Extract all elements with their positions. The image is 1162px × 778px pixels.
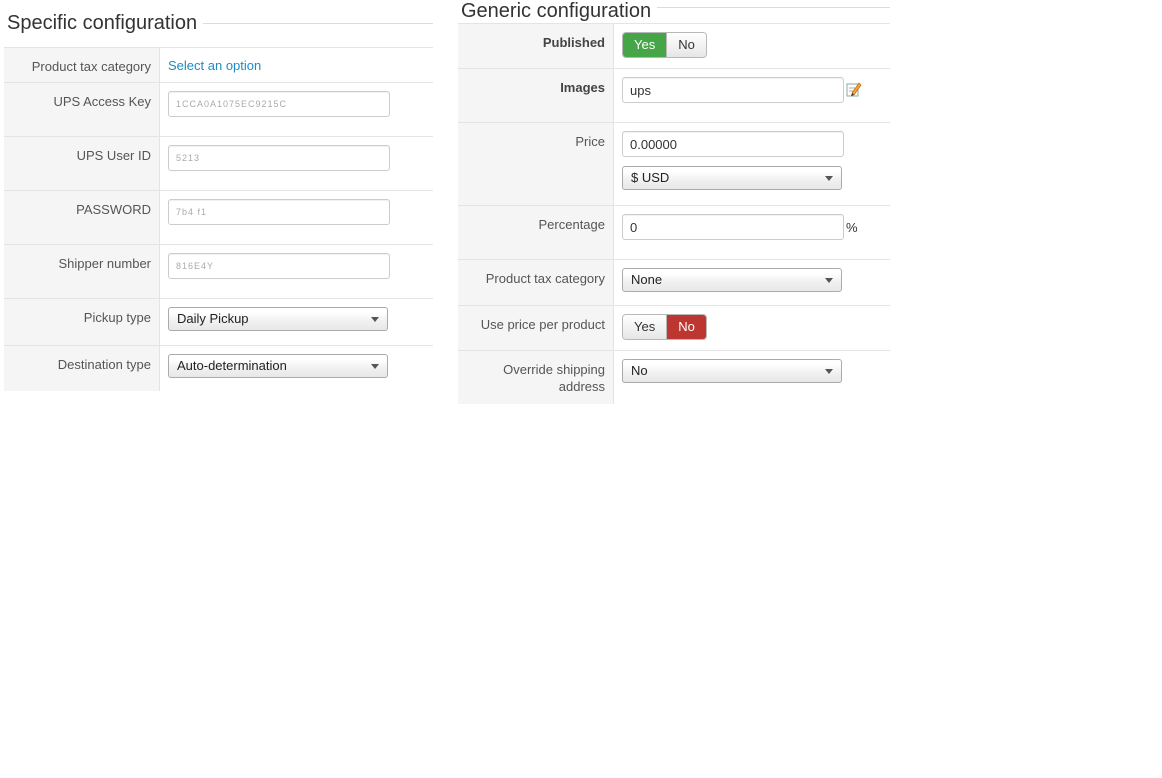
label-ups-user-id: UPS User ID (4, 136, 160, 191)
row-percentage: Percentage % (458, 205, 890, 260)
label-use-price-per-product: Use price per product (458, 305, 614, 351)
row-destination-type: Destination type Auto-determination (4, 345, 433, 391)
row-product-tax-category: Product tax category Select an option (4, 47, 433, 83)
legend-divider (203, 23, 433, 24)
chevron-down-icon (825, 278, 833, 283)
generic-configuration-panel: Generic configuration Published Yes No I… (458, 0, 890, 404)
label-percentage: Percentage (458, 205, 614, 260)
chevron-down-icon (371, 364, 379, 369)
label-price: Price (458, 122, 614, 206)
product-tax-category-select[interactable]: None (622, 268, 842, 292)
label-destination-type: Destination type (4, 345, 160, 391)
generic-configuration-title: Generic configuration (461, 0, 658, 23)
row-ups-user-id: UPS User ID (4, 136, 433, 191)
row-pickup-type: Pickup type Daily Pickup (4, 298, 433, 346)
destination-type-value: Auto-determination (177, 358, 287, 373)
shipper-number-input[interactable] (168, 253, 390, 279)
price-per-product-no-button[interactable]: No (666, 315, 706, 339)
currency-select[interactable]: $ USD (622, 166, 842, 190)
product-tax-category-value: None (631, 272, 663, 287)
published-no-button[interactable]: No (666, 33, 706, 57)
row-use-price-per-product: Use price per product Yes No (458, 305, 890, 351)
row-shipper-number: Shipper number (4, 244, 433, 299)
row-product-tax-category: Product tax category None (458, 259, 890, 306)
currency-value: $ USD (631, 170, 670, 185)
price-input[interactable] (622, 131, 844, 157)
specific-configuration-legend: Specific configuration (7, 0, 433, 47)
label-pickup-type: Pickup type (4, 298, 160, 346)
legend-divider (657, 7, 890, 8)
destination-type-select[interactable]: Auto-determination (168, 354, 388, 378)
override-shipping-address-select[interactable]: No (622, 359, 842, 383)
label-published: Published (458, 23, 614, 69)
label-ups-access-key: UPS Access Key (4, 82, 160, 137)
published-toggle: Yes No (622, 32, 707, 58)
specific-configuration-table: Product tax category Select an option UP… (4, 47, 433, 391)
select-an-option-link[interactable]: Select an option (168, 56, 261, 73)
chevron-down-icon (825, 176, 833, 181)
row-images: Images (458, 68, 890, 123)
row-price: Price $ USD (458, 122, 890, 206)
label-images: Images (458, 68, 614, 123)
label-override-shipping-address: Override shipping address (458, 350, 614, 404)
row-override-shipping-address: Override shipping address No (458, 350, 890, 404)
published-yes-button[interactable]: Yes (623, 33, 667, 57)
ups-access-key-input[interactable] (168, 91, 390, 117)
percentage-input[interactable] (622, 214, 844, 240)
generic-configuration-table: Published Yes No Images ups Price 0.0000… (458, 23, 890, 404)
label-password: PASSWORD (4, 190, 160, 245)
specific-configuration-panel: Specific configuration Product tax categ… (4, 0, 433, 391)
row-ups-access-key: UPS Access Key (4, 82, 433, 137)
ups-user-id-input[interactable] (168, 145, 390, 171)
row-password: PASSWORD (4, 190, 433, 245)
price-per-product-yes-button[interactable]: Yes (623, 315, 667, 339)
generic-configuration-legend: Generic configuration (461, 0, 890, 23)
chevron-down-icon (371, 317, 379, 322)
pickup-type-select[interactable]: Daily Pickup (168, 307, 388, 331)
chevron-down-icon (825, 369, 833, 374)
specific-configuration-title: Specific configuration (7, 12, 204, 35)
use-price-per-product-toggle: Yes No (622, 314, 707, 340)
label-shipper-number: Shipper number (4, 244, 160, 299)
images-input[interactable] (622, 77, 844, 103)
password-input[interactable] (168, 199, 390, 225)
label-product-tax-category: Product tax category (458, 259, 614, 306)
percent-unit: % (846, 219, 858, 235)
label-product-tax-category: Product tax category (4, 47, 160, 83)
pencil-edit-icon[interactable] (846, 81, 862, 100)
row-published: Published Yes No (458, 23, 890, 69)
override-shipping-address-value: No (631, 363, 648, 378)
pickup-type-value: Daily Pickup (177, 311, 249, 326)
